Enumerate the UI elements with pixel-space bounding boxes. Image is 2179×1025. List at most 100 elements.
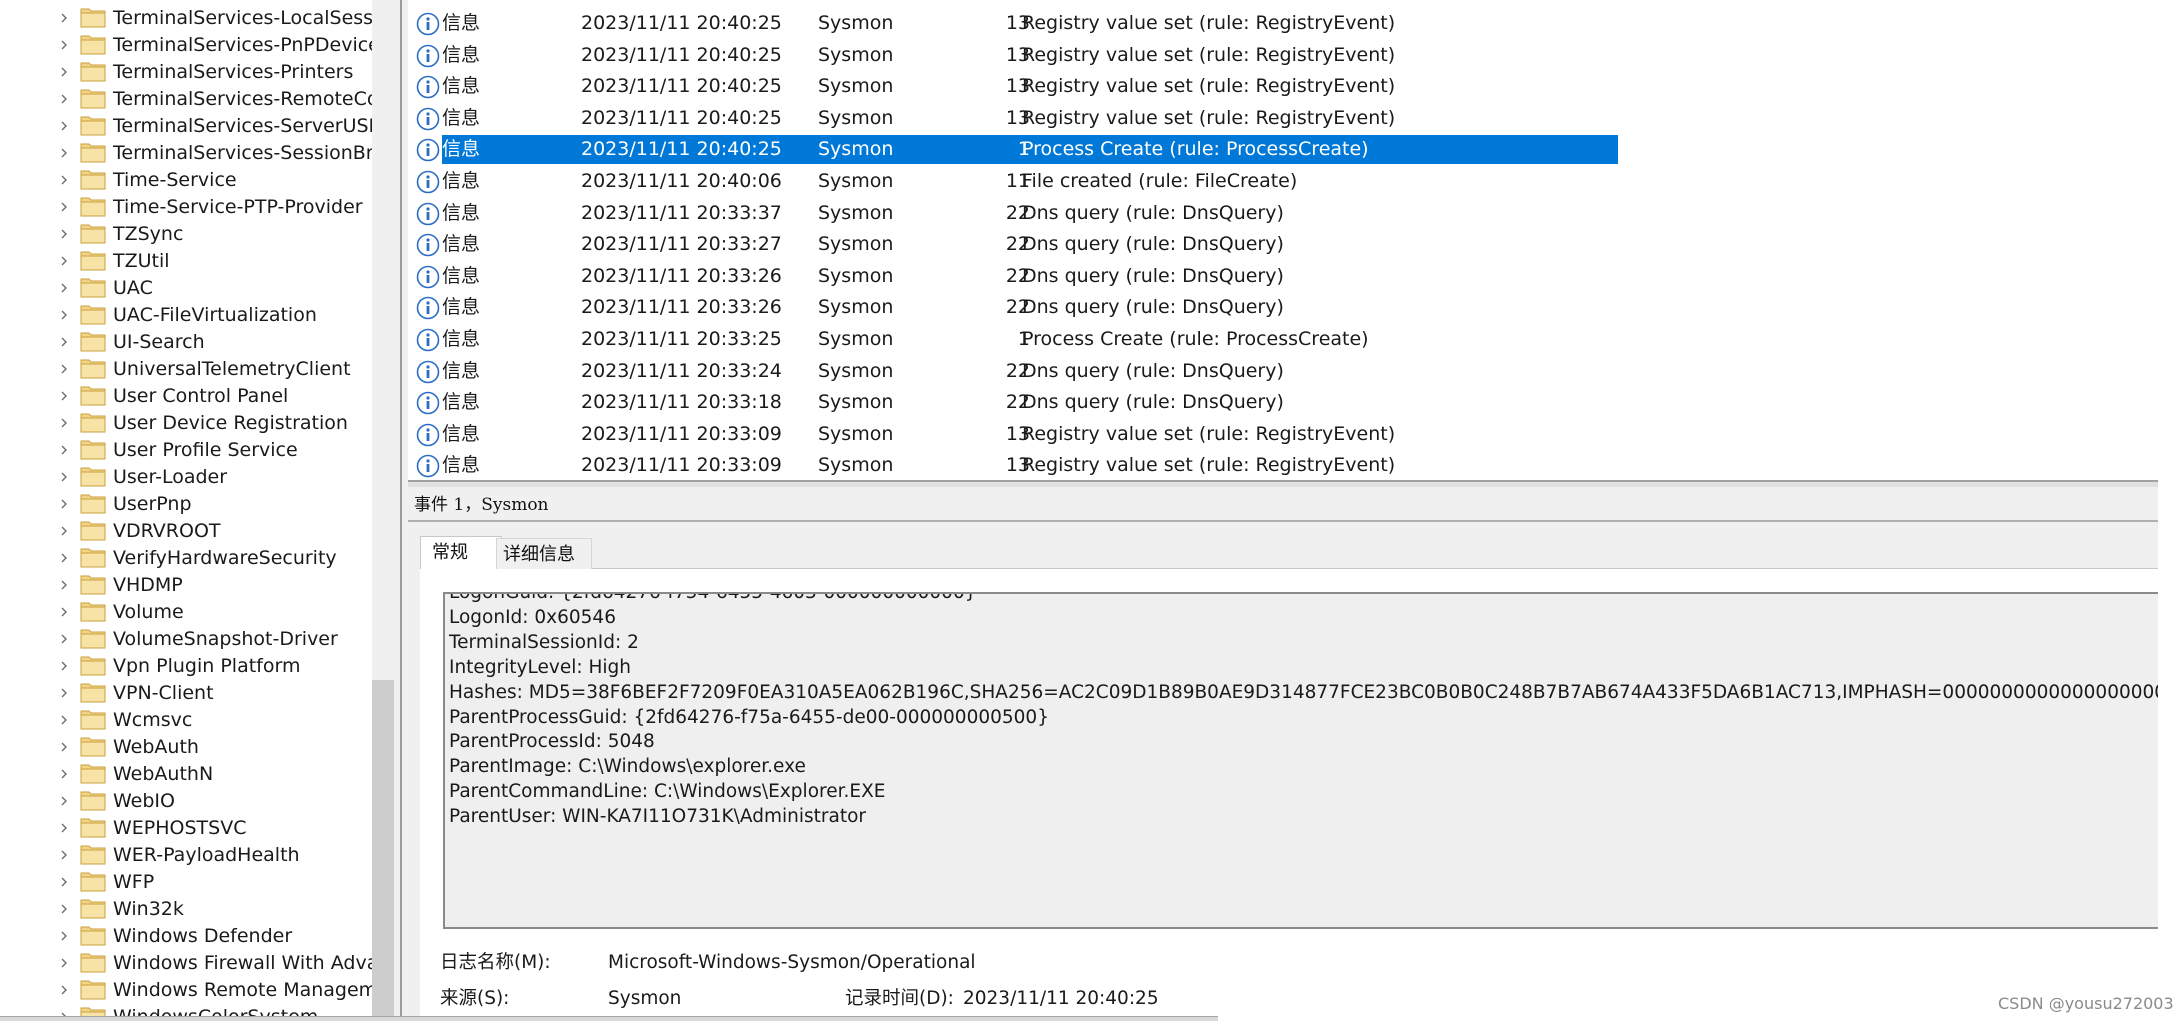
tree-item[interactable]: Time-Service bbox=[0, 166, 372, 193]
chevron-right-icon[interactable] bbox=[59, 11, 69, 25]
tree-item[interactable]: User-Loader bbox=[0, 463, 372, 490]
chevron-right-icon[interactable] bbox=[59, 632, 69, 646]
tree-item[interactable]: Windows Defender bbox=[0, 922, 372, 949]
tree-item[interactable]: User Control Panel bbox=[0, 382, 372, 409]
tree-item[interactable]: Windows Remote Management bbox=[0, 976, 372, 1003]
chevron-right-icon[interactable] bbox=[59, 38, 69, 52]
folder-icon bbox=[80, 818, 106, 838]
description-line: LogonGuid: {2fd64276-f754-6455-4603-0000… bbox=[449, 592, 977, 603]
tree-item[interactable]: Wcmsvc bbox=[0, 706, 372, 733]
chevron-right-icon[interactable] bbox=[59, 146, 69, 160]
event-row[interactable]: 信息 2023/11/11 20:33:25 Sysmon 1 Process Crea… bbox=[408, 324, 2158, 355]
event-description-box[interactable]: LogonGuid: {2fd64276-f754-6455-4603-0000… bbox=[443, 592, 2160, 929]
tree-item[interactable]: UniversalTelemetryClient bbox=[0, 355, 372, 382]
tree-item[interactable]: WebIO bbox=[0, 787, 372, 814]
chevron-right-icon[interactable] bbox=[59, 443, 69, 457]
event-row[interactable]: 信息 2023/11/11 20:40:25 Sysmon 13 Registry va… bbox=[408, 103, 2158, 134]
chevron-right-icon[interactable] bbox=[59, 740, 69, 754]
chevron-right-icon[interactable] bbox=[59, 92, 69, 106]
tree-item[interactable]: UAC-FileVirtualization bbox=[0, 301, 372, 328]
event-row[interactable]: 信息 2023/11/11 20:40:25 Sysmon 13 Registry va… bbox=[408, 40, 2158, 71]
event-row[interactable]: 信息 2023/11/11 20:40:25 Sysmon 1 Process Crea… bbox=[408, 134, 2158, 165]
chevron-right-icon[interactable] bbox=[59, 335, 69, 349]
tree-item[interactable]: TZUtil bbox=[0, 247, 372, 274]
chevron-right-icon[interactable] bbox=[59, 983, 69, 997]
tree-item[interactable]: Time-Service-PTP-Provider bbox=[0, 193, 372, 220]
chevron-right-icon[interactable] bbox=[59, 227, 69, 241]
event-row[interactable]: 信息 2023/11/11 20:33:24 Sysmon 22 Dns query (… bbox=[408, 356, 2158, 387]
tab-details[interactable]: 详细信息 bbox=[496, 538, 592, 569]
event-list-border[interactable] bbox=[408, 480, 2158, 487]
tree-item[interactable]: VerifyHardwareSecurity bbox=[0, 544, 372, 571]
tree-item[interactable]: User Device Registration bbox=[0, 409, 372, 436]
chevron-right-icon[interactable] bbox=[59, 578, 69, 592]
tree-item[interactable]: WebAuthN bbox=[0, 760, 372, 787]
tree-scrollbar-thumb[interactable] bbox=[372, 680, 394, 1016]
tree-item[interactable]: UI-Search bbox=[0, 328, 372, 355]
chevron-right-icon[interactable] bbox=[59, 605, 69, 619]
tree-item[interactable]: VHDMP bbox=[0, 571, 372, 598]
chevron-right-icon[interactable] bbox=[59, 659, 69, 673]
tree-item[interactable]: Windows Firewall With Advance bbox=[0, 949, 372, 976]
tree-item[interactable]: TerminalServices-ServerUSBDe bbox=[0, 112, 372, 139]
tree-item[interactable]: TerminalServices-RemoteConn bbox=[0, 85, 372, 112]
chevron-right-icon[interactable] bbox=[59, 551, 69, 565]
chevron-right-icon[interactable] bbox=[59, 848, 69, 862]
tree-item[interactable]: WindowsColorSystem bbox=[0, 1003, 372, 1016]
tree-item[interactable]: TerminalServices-PnPDevices bbox=[0, 31, 372, 58]
event-row[interactable]: 信息 2023/11/11 20:40:25 Sysmon 13 Registry va… bbox=[408, 8, 2158, 39]
tree-item[interactable]: WFP bbox=[0, 868, 372, 895]
event-row[interactable]: 信息 2023/11/11 20:40:25 Sysmon 13 Registry va… bbox=[408, 71, 2158, 102]
chevron-right-icon[interactable] bbox=[59, 524, 69, 538]
chevron-right-icon[interactable] bbox=[59, 254, 69, 268]
tree-item[interactable]: TerminalServices-LocalSessionM bbox=[0, 4, 372, 31]
tree-item[interactable]: UserPnp bbox=[0, 490, 372, 517]
chevron-right-icon[interactable] bbox=[59, 470, 69, 484]
chevron-right-icon[interactable] bbox=[59, 362, 69, 376]
event-row[interactable]: 信息 2023/11/11 20:33:26 Sysmon 22 Dns query (… bbox=[408, 261, 2158, 292]
chevron-right-icon[interactable] bbox=[59, 389, 69, 403]
chevron-right-icon[interactable] bbox=[59, 956, 69, 970]
chevron-right-icon[interactable] bbox=[59, 929, 69, 943]
event-row[interactable]: 信息 2023/11/11 20:33:09 Sysmon 13 Registry va… bbox=[408, 450, 2158, 480]
tree-item[interactable]: User Profile Service bbox=[0, 436, 372, 463]
chevron-right-icon[interactable] bbox=[59, 173, 69, 187]
tree-item[interactable]: VPN-Client bbox=[0, 679, 372, 706]
tab-general[interactable]: 常规 bbox=[420, 536, 502, 569]
event-row[interactable]: 信息 2023/11/11 20:40:06 Sysmon 11 File create… bbox=[408, 166, 2158, 197]
chevron-right-icon[interactable] bbox=[59, 65, 69, 79]
tree-item[interactable]: TZSync bbox=[0, 220, 372, 247]
chevron-right-icon[interactable] bbox=[59, 119, 69, 133]
event-row[interactable]: 信息 2023/11/11 20:33:26 Sysmon 22 Dns query (… bbox=[408, 292, 2158, 323]
event-row[interactable]: 信息 2023/11/11 20:33:09 Sysmon 13 Registry va… bbox=[408, 419, 2158, 450]
tree-item[interactable]: WEPHOSTSVC bbox=[0, 814, 372, 841]
chevron-right-icon[interactable] bbox=[59, 821, 69, 835]
tree-item[interactable]: UAC bbox=[0, 274, 372, 301]
tree-item[interactable]: Win32k bbox=[0, 895, 372, 922]
chevron-right-icon[interactable] bbox=[59, 308, 69, 322]
chevron-right-icon[interactable] bbox=[59, 686, 69, 700]
event-row[interactable]: 信息 2023/11/11 20:33:18 Sysmon 22 Dns query (… bbox=[408, 387, 2158, 418]
tree-item[interactable]: WebAuth bbox=[0, 733, 372, 760]
event-date: 2023/11/11 20:33:26 bbox=[581, 265, 782, 287]
tree-item[interactable]: VDRVROOT bbox=[0, 517, 372, 544]
chevron-right-icon[interactable] bbox=[59, 281, 69, 295]
chevron-right-icon[interactable] bbox=[59, 794, 69, 808]
chevron-right-icon[interactable] bbox=[59, 875, 69, 889]
chevron-right-icon[interactable] bbox=[59, 767, 69, 781]
event-row[interactable]: 信息 2023/11/11 20:33:37 Sysmon 22 Dns query (… bbox=[408, 198, 2158, 229]
chevron-right-icon[interactable] bbox=[59, 497, 69, 511]
info-icon bbox=[416, 138, 440, 162]
tree-item[interactable]: WER-PayloadHealth bbox=[0, 841, 372, 868]
tree-item[interactable]: TerminalServices-SessionBroke bbox=[0, 139, 372, 166]
event-row[interactable]: 信息 2023/11/11 20:33:27 Sysmon 22 Dns query (… bbox=[408, 229, 2158, 260]
chevron-right-icon[interactable] bbox=[59, 713, 69, 727]
tree-item[interactable]: VolumeSnapshot-Driver bbox=[0, 625, 372, 652]
horizontal-scrollbar[interactable] bbox=[0, 1016, 1218, 1021]
tree-item[interactable]: TerminalServices-Printers bbox=[0, 58, 372, 85]
tree-item[interactable]: Vpn Plugin Platform bbox=[0, 652, 372, 679]
chevron-right-icon[interactable] bbox=[59, 200, 69, 214]
chevron-right-icon[interactable] bbox=[59, 416, 69, 430]
tree-item[interactable]: Volume bbox=[0, 598, 372, 625]
chevron-right-icon[interactable] bbox=[59, 902, 69, 916]
